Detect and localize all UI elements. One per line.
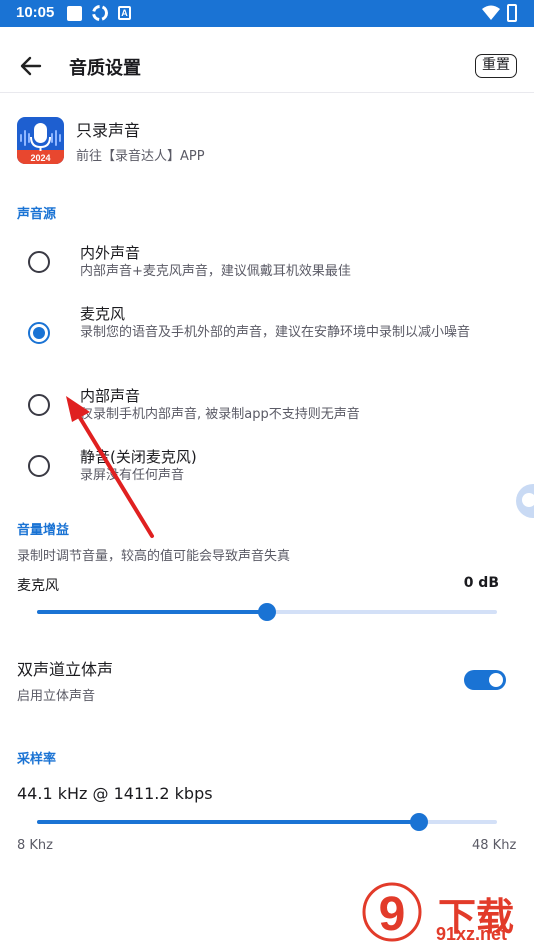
section-volume-gain: 音量增益 [17, 523, 70, 538]
app-logo: 2024 [17, 117, 64, 164]
promo-title: 只录声音 [76, 121, 141, 140]
watermark-url: 91xz.net [436, 924, 508, 944]
option-title: 内外声音 [80, 244, 141, 262]
slider-fill [37, 610, 267, 614]
mic-gain-slider[interactable] [37, 602, 497, 622]
volume-gain-desc: 录制时调节音量，较高的值可能会导致声音失真 [17, 549, 291, 564]
stereo-title: 双声道立体声 [17, 660, 114, 679]
battery-icon [507, 4, 517, 22]
radio-microphone[interactable] [28, 322, 50, 344]
a-badge-icon: A [118, 6, 131, 20]
mic-gain-label: 麦克风 [17, 578, 59, 594]
app-bar: 音质设置 重置 [0, 27, 534, 93]
toggle-knob [489, 673, 503, 687]
status-time: 10:05 [16, 4, 55, 21]
slider-fill [37, 820, 419, 824]
watermark-logo-icon: 9 [362, 882, 422, 942]
notification-square-icon [67, 6, 82, 21]
stereo-desc: 启用立体声音 [17, 689, 96, 704]
radio-mute[interactable] [28, 455, 50, 477]
option-desc: 内部声音+麦克风声音，建议佩戴耳机效果最佳 [80, 264, 351, 279]
status-bar: 10:05 A [0, 0, 534, 27]
section-sample-rate: 采样率 [17, 752, 57, 767]
back-arrow-icon[interactable] [18, 53, 44, 79]
reset-button[interactable]: 重置 [475, 54, 517, 78]
option-title: 麦克风 [80, 305, 126, 323]
stereo-toggle[interactable] [464, 670, 506, 690]
sync-icon [92, 5, 108, 21]
annotation-arrow [66, 396, 154, 538]
sample-rate-max: 48 Khz [472, 838, 517, 853]
mic-gain-value: 0 dB [463, 575, 499, 591]
sample-rate-slider[interactable] [37, 812, 497, 832]
logo-year: 2024 [30, 153, 50, 163]
promo-subtitle: 前往【录音达人】APP [76, 149, 205, 164]
watermark-glyph: 9 [379, 888, 406, 941]
slider-thumb[interactable] [258, 603, 276, 621]
option-desc: 录制您的语音及手机外部的声音，建议在安静环境中录制以减小噪音 [80, 325, 471, 340]
sample-rate-value: 44.1 kHz @ 1411.2 kbps [17, 784, 213, 803]
radio-internal[interactable] [28, 394, 50, 416]
wifi-icon [482, 5, 500, 20]
microphone-logo-icon: 2024 [17, 117, 64, 164]
section-sound-source: 声音源 [17, 207, 57, 222]
page-title: 音质设置 [69, 58, 141, 79]
sample-rate-min: 8 Khz [17, 838, 53, 853]
radio-internal-external[interactable] [28, 251, 50, 273]
floating-side-tab[interactable] [516, 484, 534, 518]
slider-thumb[interactable] [409, 813, 428, 831]
